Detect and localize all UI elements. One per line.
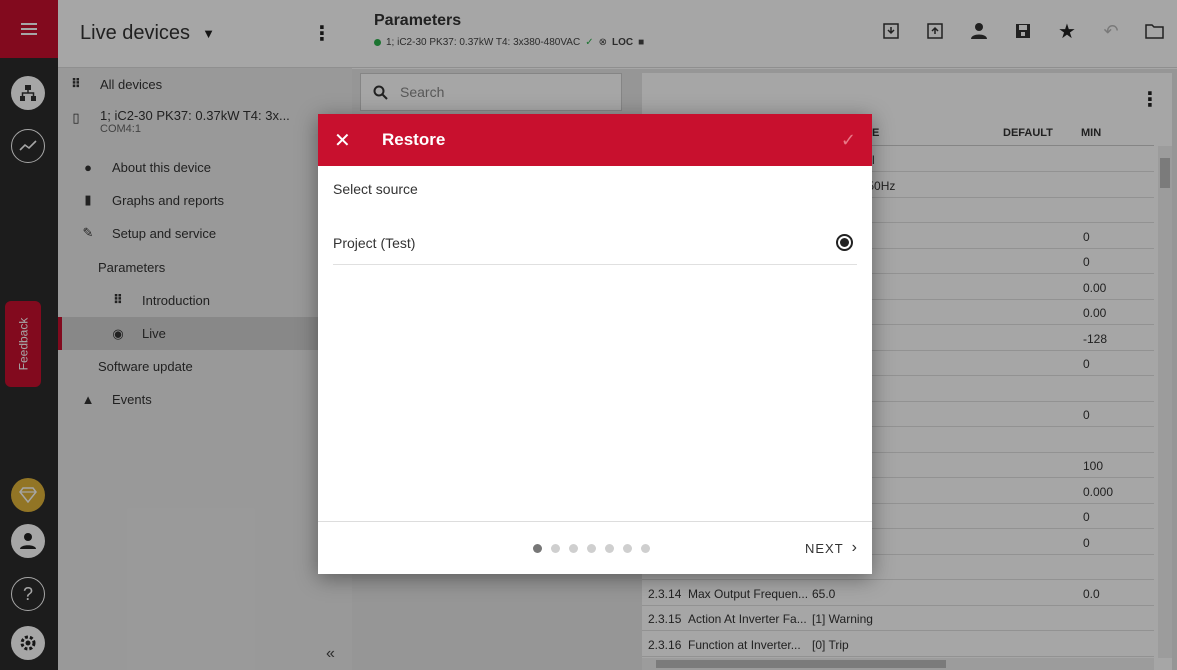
restore-dialog: ✕ Restore ✓ Select source Project (Test)… xyxy=(318,114,872,574)
source-option-label: Project (Test) xyxy=(333,234,416,251)
step-dot xyxy=(551,544,560,553)
close-icon[interactable]: ✕ xyxy=(334,128,354,153)
step-dot xyxy=(533,544,542,553)
dialog-footer: NEXT › xyxy=(318,521,872,574)
next-label: NEXT xyxy=(805,540,844,556)
select-source-label: Select source xyxy=(333,181,418,197)
step-dot xyxy=(569,544,578,553)
step-dot xyxy=(623,544,632,553)
chevron-right-icon: › xyxy=(851,539,858,556)
step-dot xyxy=(587,544,596,553)
step-dot xyxy=(641,544,650,553)
step-dot xyxy=(605,544,614,553)
radio-selected-icon[interactable] xyxy=(836,234,853,251)
next-button[interactable]: NEXT › xyxy=(805,539,858,557)
confirm-check-icon[interactable]: ✓ xyxy=(841,130,856,151)
source-option[interactable]: Project (Test) xyxy=(333,221,857,265)
step-indicator xyxy=(533,544,650,553)
dialog-title: Restore xyxy=(382,130,446,149)
dialog-header: ✕ Restore ✓ xyxy=(318,114,872,166)
